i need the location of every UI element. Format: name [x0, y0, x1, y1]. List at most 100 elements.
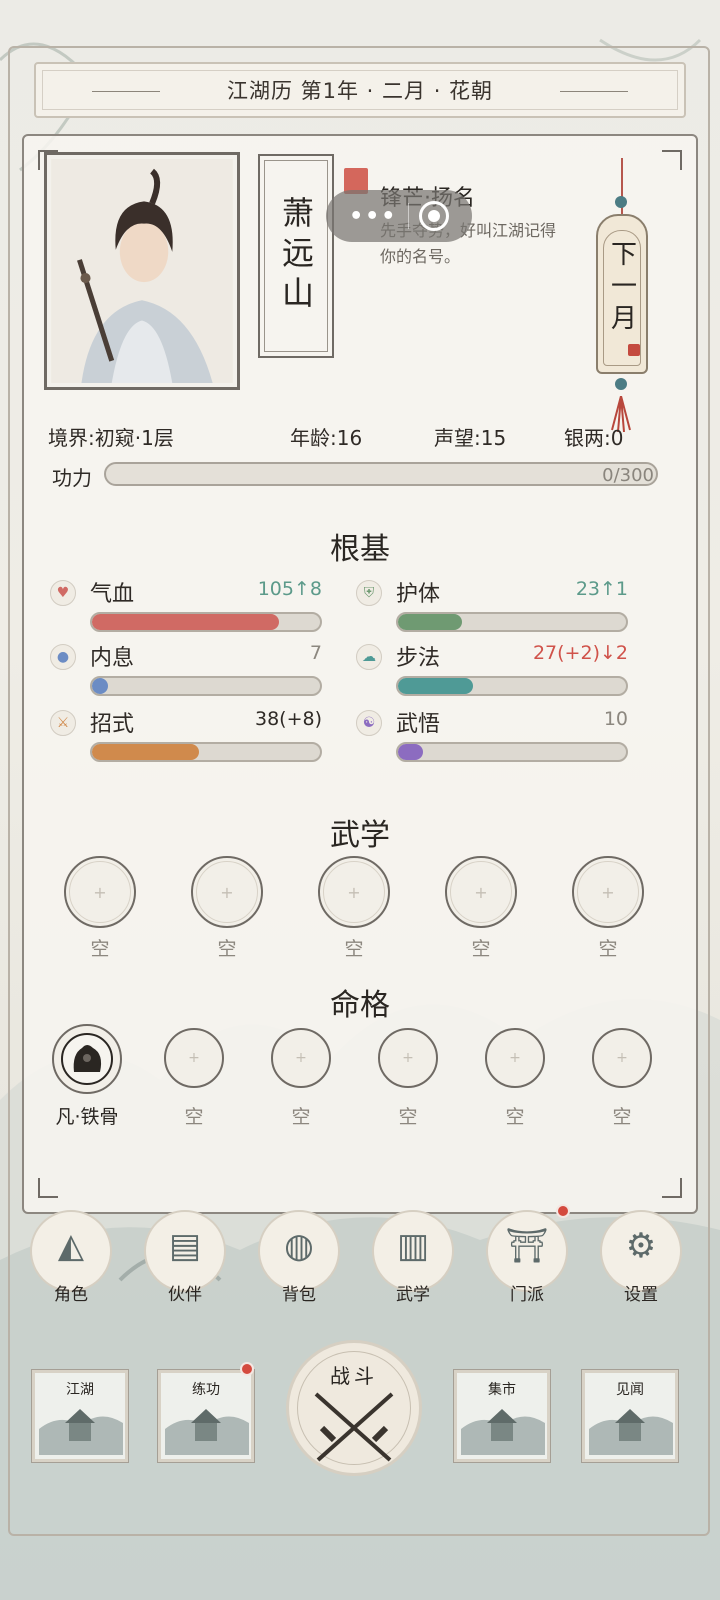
nav-label: 武学: [396, 1285, 430, 1305]
attribute-name: 招式: [90, 712, 135, 737]
power-value: 0/300: [602, 465, 654, 486]
book-icon: ▤: [168, 1226, 202, 1266]
shield-icon: ⛨: [356, 580, 382, 606]
attribute-name: 气血: [90, 582, 135, 607]
scene-painting-icon: [461, 1409, 545, 1455]
iron-bone-icon: [61, 1033, 113, 1085]
nav-label: 门派: [510, 1285, 544, 1305]
reputation-stat: 声望:15: [434, 426, 507, 450]
martial-arts-slot[interactable]: +: [445, 856, 517, 928]
destiny-slot-filled[interactable]: [52, 1024, 122, 1094]
gear-icon: ⚙: [625, 1226, 657, 1266]
scroll-icon: ▥: [396, 1226, 430, 1266]
destiny-slot[interactable]: +: [592, 1028, 652, 1088]
notification-badge: [556, 1204, 570, 1218]
attribute-name: 护体: [396, 582, 441, 607]
seal-icon: [628, 344, 640, 356]
attribute-bar: [396, 676, 628, 696]
tag-bead-icon: [615, 378, 627, 390]
attribute-value: 38(+8): [254, 708, 322, 730]
martial-arts-slot[interactable]: +: [572, 856, 644, 928]
portrait-image: [51, 159, 233, 383]
attribute-bar: [396, 742, 628, 762]
destiny-slot-label: 空: [505, 1106, 525, 1128]
foundation-title: 根基: [330, 532, 390, 567]
scene-card[interactable]: 江湖: [31, 1369, 129, 1463]
destiny-slot[interactable]: +: [378, 1028, 438, 1088]
attribute-value: 7: [309, 642, 322, 664]
attribute-bar: [90, 742, 322, 762]
attribute-bar-fill: [92, 614, 279, 630]
notification-badge: [240, 1362, 254, 1376]
mini-program-capsule[interactable]: •••: [326, 190, 472, 242]
next-month-label: 下一月: [606, 240, 637, 336]
scene-card[interactable]: 见闻: [581, 1369, 679, 1463]
scene-painting-icon: [39, 1409, 123, 1455]
character-portrait[interactable]: [44, 152, 240, 390]
attribute-value: 27(+2)↓2: [532, 642, 628, 664]
calendar-text: 江湖历 第1年 · 二月 · 花朝: [226, 79, 494, 103]
scene-card-label: 江湖: [66, 1382, 94, 1398]
nav-label: 伙伴: [168, 1285, 202, 1305]
scene-painting-icon: [589, 1409, 673, 1455]
hat-icon: ◭: [57, 1226, 85, 1266]
destiny-slot-label: 空: [291, 1106, 311, 1128]
martial-arts-slot-label: 空: [344, 938, 364, 960]
power-progress-bar: 0/300: [104, 462, 658, 486]
destiny-slot-label: 空: [612, 1106, 632, 1128]
attribute-bar-fill: [398, 744, 424, 760]
yinyang-icon: ☯: [356, 710, 382, 736]
attribute-name: 步法: [396, 646, 441, 671]
attribute-bar-fill: [398, 614, 462, 630]
scene-painting-icon: [165, 1409, 249, 1455]
attribute-value: 10: [603, 708, 628, 730]
scene-card-label: 见闻: [616, 1382, 644, 1398]
martial-arts-slot[interactable]: +: [191, 856, 263, 928]
martial-arts-slot-label: 空: [90, 938, 110, 960]
pouch-icon: ◍: [284, 1226, 314, 1266]
realm-stat: 境界:初窥·1层: [48, 426, 174, 450]
power-label: 功力: [52, 466, 92, 490]
nav-label: 角色: [54, 1285, 88, 1305]
attribute-name: 内息: [90, 646, 135, 671]
attribute-name: 武悟: [396, 712, 441, 737]
destiny-slot-label: 空: [398, 1106, 418, 1128]
martial-arts-slot[interactable]: +: [318, 856, 390, 928]
attribute-bar: [90, 612, 322, 632]
silver-stat: 银两:0: [564, 426, 624, 450]
cloud-icon: ☁: [356, 644, 382, 670]
sword-icon: ⚔: [50, 710, 76, 736]
scene-card-label: 集市: [488, 1382, 516, 1398]
calendar-header: 江湖历 第1年 · 二月 · 花朝: [34, 62, 686, 118]
destiny-slot-filled-label: 凡·铁骨: [55, 1106, 119, 1128]
heart-icon: ♥: [50, 580, 76, 606]
attribute-value: 23↑1: [575, 578, 628, 600]
martial-arts-slot-label: 空: [217, 938, 237, 960]
scene-card[interactable]: 练功: [157, 1369, 255, 1463]
nav-label: 背包: [282, 1285, 316, 1305]
martial-arts-slot[interactable]: +: [64, 856, 136, 928]
more-dots-icon[interactable]: •••: [349, 204, 397, 229]
martial-arts-title: 武学: [330, 818, 390, 853]
character-name: 萧远山: [277, 196, 315, 316]
destiny-slot[interactable]: +: [271, 1028, 331, 1088]
attribute-bar-fill: [398, 678, 474, 694]
gourd-icon: ●: [50, 644, 76, 670]
battle-label: 战斗: [330, 1364, 378, 1388]
attribute-bar: [90, 676, 322, 696]
attribute-value: 105↑8: [257, 578, 322, 600]
attribute-bar: [396, 612, 628, 632]
destiny-title: 命格: [330, 988, 390, 1023]
name-plate: 萧远山: [258, 154, 334, 358]
attribute-bar-fill: [92, 744, 200, 760]
tag-bead-icon: [615, 196, 627, 208]
age-stat: 年龄:16: [290, 426, 363, 450]
next-month-button[interactable]: 下一月: [596, 214, 648, 374]
gate-icon: ⛩: [505, 1226, 549, 1266]
scene-card[interactable]: 集市: [453, 1369, 551, 1463]
close-target-icon[interactable]: [418, 201, 449, 231]
destiny-slot[interactable]: +: [164, 1028, 224, 1088]
scene-card-label: 练功: [192, 1382, 220, 1398]
destiny-slot[interactable]: +: [485, 1028, 545, 1088]
martial-arts-slot-label: 空: [598, 938, 618, 960]
